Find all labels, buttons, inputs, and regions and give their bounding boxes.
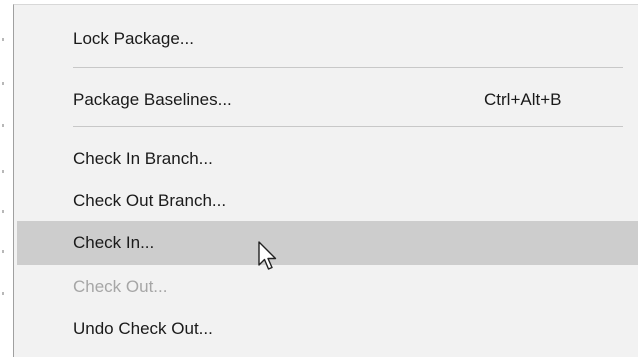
menu-item-label: Check In... — [73, 233, 155, 252]
background-fragment — [2, 38, 4, 41]
menu-item-shortcut: Ctrl+Alt+B — [484, 90, 562, 109]
menu-item-check-in-branch[interactable]: Check In Branch... — [17, 137, 638, 181]
menu-item-check-out-branch[interactable]: Check Out Branch... — [17, 179, 638, 223]
context-menu: Lock Package... Package Baselines... Ctr… — [13, 4, 638, 357]
menu-item-label: Lock Package... — [73, 29, 194, 48]
menu-item-undo-check-out[interactable]: Undo Check Out... — [17, 307, 638, 351]
background-fragment — [2, 170, 4, 173]
background-fragment — [2, 210, 4, 213]
menu-item-label: Check In Branch... — [73, 149, 213, 168]
menu-item-package-baselines[interactable]: Package Baselines... Ctrl+Alt+B — [17, 78, 638, 122]
menu-item-label: Check Out Branch... — [73, 191, 227, 210]
background-fragment — [2, 124, 4, 127]
background-fragment — [2, 82, 4, 85]
menu-item-label: Undo Check Out... — [73, 319, 213, 338]
background-window-edge — [0, 0, 12, 357]
menu-item-label: Package Baselines... — [73, 90, 232, 109]
background-fragment — [2, 292, 4, 295]
menu-separator — [73, 126, 623, 127]
arrow-pointer-icon — [258, 241, 277, 270]
menu-item-lock-package[interactable]: Lock Package... — [17, 17, 638, 61]
menu-item-check-out[interactable]: Check Out... — [17, 265, 638, 309]
menu-item-label: Check Out... — [73, 277, 168, 296]
menu-item-check-in[interactable]: Check In... — [17, 221, 638, 265]
menu-separator — [73, 67, 623, 68]
background-fragment — [2, 250, 4, 253]
